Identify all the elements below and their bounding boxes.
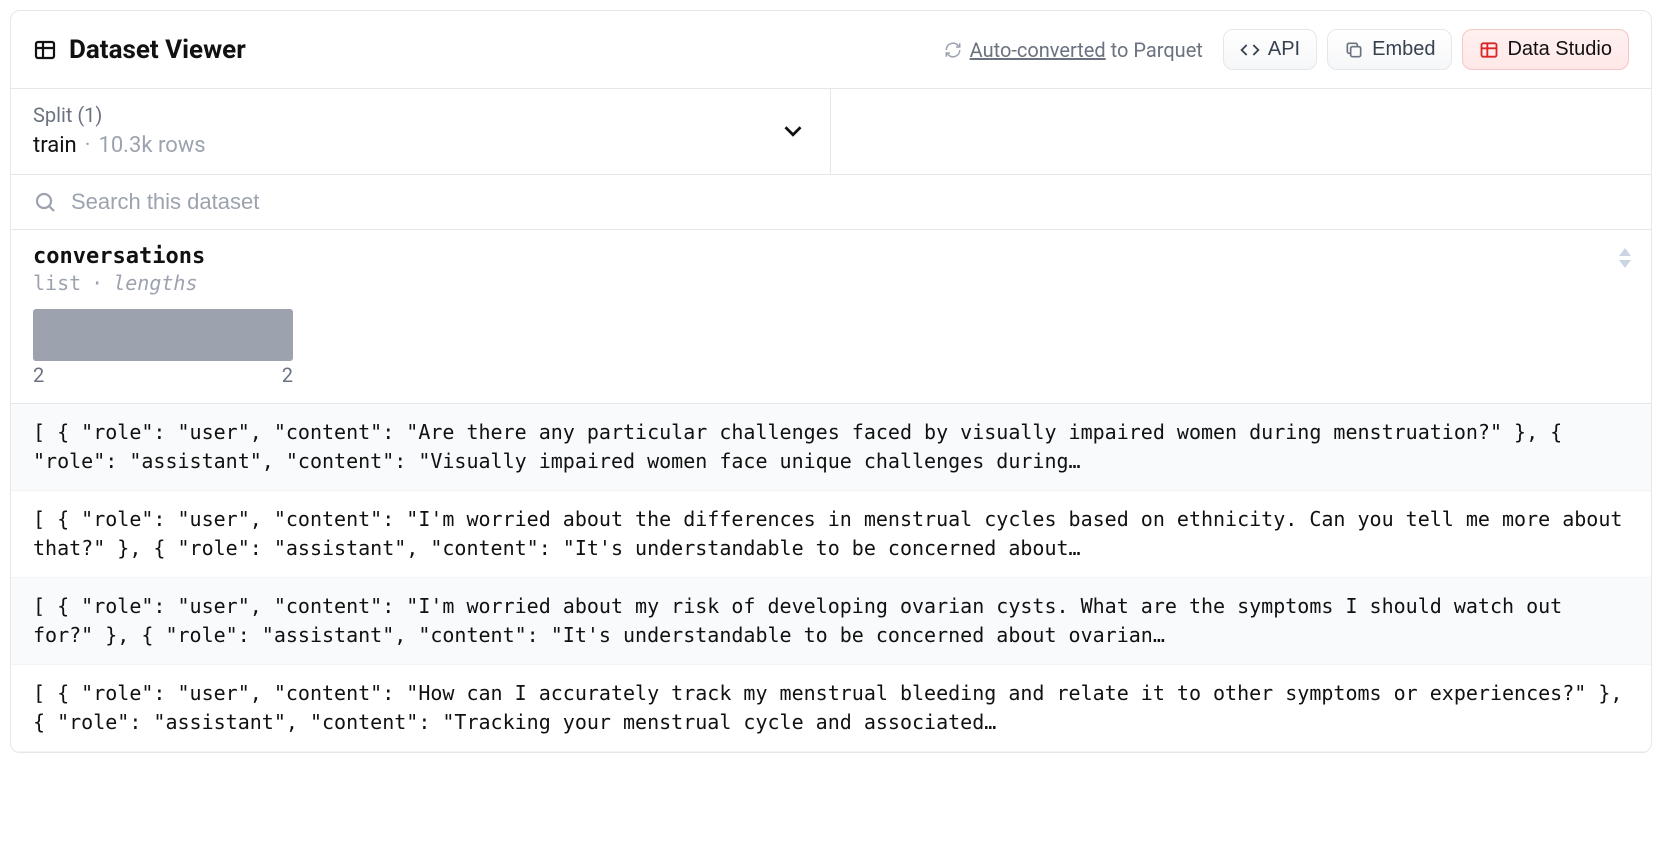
auto-converted-note: Auto-converted to Parquet [944,38,1203,62]
split-label: Split (1) [33,103,206,127]
data-rows: [ { "role": "user", "content": "Are ther… [11,404,1651,752]
header: Dataset Viewer Auto-converted to Parquet [11,11,1651,89]
api-label: API [1268,38,1300,61]
table-icon [33,38,57,62]
split-selector[interactable]: Split (1) train · 10.3k rows [11,89,831,174]
row-count: 10.3k rows [98,133,205,158]
split-filler [831,89,1651,174]
data-studio-label: Data Studio [1507,38,1612,61]
auto-converted-link[interactable]: Auto-converted [970,38,1106,62]
header-actions: Auto-converted to Parquet API [944,29,1629,70]
dataset-viewer-panel: Dataset Viewer Auto-converted to Parquet [10,10,1652,753]
column-name: conversations [33,244,1629,269]
column-meta: lengths [113,271,197,295]
split-row: Split (1) train · 10.3k rows [11,89,1651,175]
sort-toggle-icon[interactable] [1617,248,1633,268]
title-group: Dataset Viewer [33,35,246,65]
table-icon [1479,40,1499,60]
auto-converted-suffix: to Parquet [1106,38,1203,62]
split-name: train [33,133,77,158]
table-row[interactable]: [ { "role": "user", "content": "I'm worr… [11,491,1651,578]
histogram-bar [33,309,293,361]
histogram-max: 2 [282,363,293,387]
embed-button[interactable]: Embed [1327,29,1452,70]
search-row [11,175,1651,230]
chevron-down-icon [778,116,808,146]
column-header: conversations list · lengths 2 2 [11,230,1651,404]
table-row[interactable]: [ { "role": "user", "content": "Are ther… [11,404,1651,491]
histogram [33,309,293,361]
table-row[interactable]: [ { "role": "user", "content": "I'm worr… [11,578,1651,665]
search-input[interactable] [71,189,1629,215]
dot-separator: · [91,271,103,295]
table-row[interactable]: [ { "role": "user", "content": "How can … [11,665,1651,752]
code-icon [1240,40,1260,60]
page-title: Dataset Viewer [69,35,246,65]
split-info: Split (1) train · 10.3k rows [33,103,206,158]
column-type: list [33,271,81,295]
dot-separator: · [85,133,91,158]
histogram-labels: 2 2 [33,363,293,387]
data-studio-button[interactable]: Data Studio [1462,29,1629,70]
api-button[interactable]: API [1223,29,1317,70]
search-icon [33,190,57,214]
histogram-min: 2 [33,363,44,387]
copy-icon [1344,40,1364,60]
embed-label: Embed [1372,38,1435,61]
refresh-icon [944,41,962,59]
